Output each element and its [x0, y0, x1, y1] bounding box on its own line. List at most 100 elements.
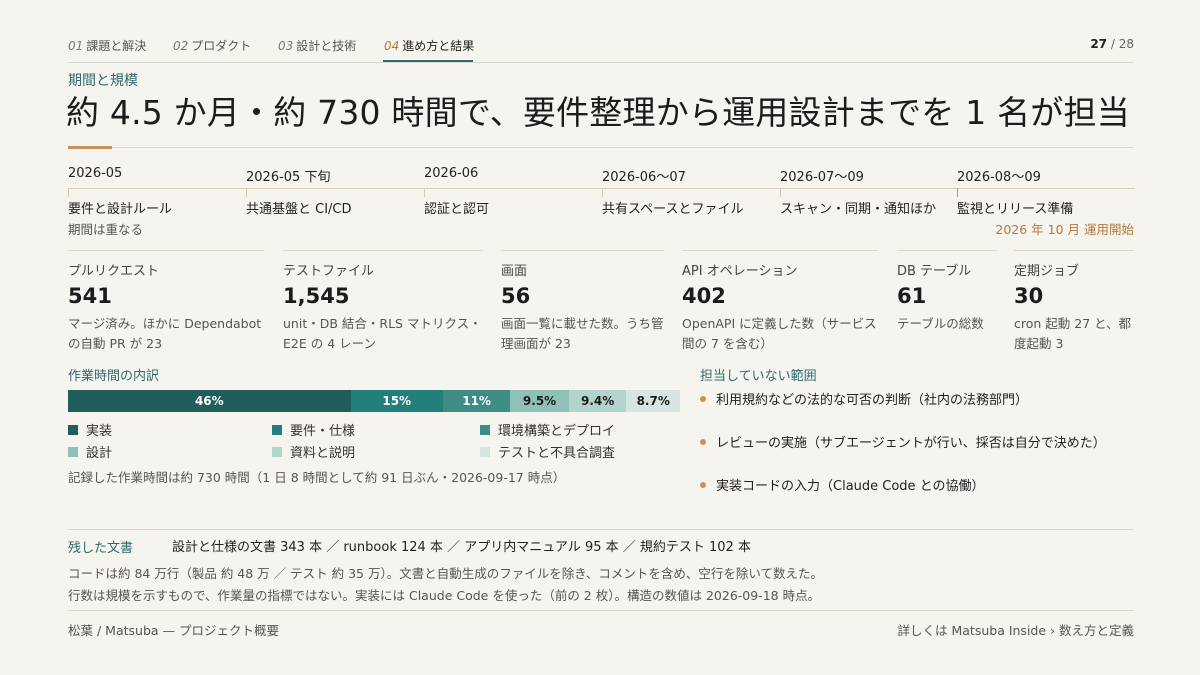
docs-divider: [68, 529, 1134, 530]
nav-divider: [68, 62, 1134, 63]
page-current: 27: [1090, 37, 1108, 51]
phase-date: 2026-05 下旬: [246, 170, 331, 185]
phase-tick: [602, 188, 603, 197]
page-counter: 27 / 28: [1090, 37, 1134, 51]
phase-label: 監視とリリース準備: [957, 202, 1074, 217]
tab-number: 01: [68, 39, 84, 53]
title-accent-bar: [68, 146, 112, 149]
segment-testing: 8.7%: [626, 390, 680, 412]
launch-note: 2026 年 10 月 運用開始: [995, 222, 1134, 237]
page-separator: /: [1110, 37, 1115, 51]
phase-line: [780, 188, 958, 197]
scope-item: 実装コードの入力（Claude Code との協働）: [700, 475, 985, 494]
phase-date: 2026-08〜09: [957, 170, 1041, 185]
breakdown-heading: 作業時間の内訳: [68, 369, 160, 384]
metric-label: DB テーブル: [897, 264, 972, 279]
legend-label: 要件・仕様: [290, 424, 356, 439]
metric-db-tables: DB テーブル 61 テーブルの総数: [897, 250, 997, 334]
phase-label: スキャン・同期・通知ほか: [780, 202, 937, 217]
metric-description: マージ済み。ほかに Dependabot の自動 PR が 23: [68, 316, 262, 351]
metric-value: 1,545: [283, 284, 350, 308]
phase-tick: [780, 188, 781, 197]
phase-label: 認証と認可: [424, 202, 490, 217]
work-breakdown-bar: 46% 15% 11% 9.5% 9.4% 8.7%: [68, 390, 680, 412]
phase-line: [246, 188, 424, 197]
scope-item: レビューの実施（サブエージェントが行い、採否は自分で決めた）: [700, 432, 1106, 451]
tab-label: 進め方と結果: [402, 39, 475, 53]
scope-item-text: 実装コードの入力（Claude Code との協働）: [716, 479, 985, 494]
breakdown-note: 記録した作業時間は約 730 時間（1 日 8 時間として約 91 日ぶん・20…: [68, 470, 566, 485]
legend-item: 環境構築とデプロイ: [480, 420, 615, 439]
metric-label: 画面: [501, 264, 528, 279]
code-size-note: コードは約 84 万行（製品 約 48 万 ／ テスト 約 35 万）。文書と自…: [68, 566, 823, 581]
segment-design: 9.5%: [510, 390, 569, 412]
legend-item: 要件・仕様: [272, 420, 355, 439]
legend-swatch: [480, 446, 490, 457]
page-title: 約 4.5 か月・約 730 時間で、要件整理から運用設計までを 1 名が担当: [66, 93, 1130, 132]
legend-item: 設計: [68, 442, 112, 461]
tab-01[interactable]: 01 課題と解決: [68, 37, 146, 54]
legend-label: テストと不具合調査: [498, 446, 616, 461]
details-link[interactable]: 詳しくは Matsuba Inside › 数え方と定義: [898, 620, 1135, 639]
code-size-caveat: 行数は規模を示すもので、作業量の指標ではない。実装には Claude Code …: [68, 588, 821, 603]
phase-tick: [246, 188, 247, 197]
timeline-phase: 2026-07〜09 スキャン・同期・通知ほか: [780, 166, 958, 217]
tab-label: 課題と解決: [86, 39, 147, 53]
tab-04[interactable]: 04 進め方と結果: [384, 37, 474, 54]
legend-swatch: [68, 424, 78, 435]
legend-item: 資料と説明: [272, 442, 355, 461]
phase-line: [957, 188, 1135, 197]
phase-date: 2026-05: [68, 166, 123, 181]
scope-item-text: レビューの実施（サブエージェントが行い、採否は自分で決めた）: [716, 436, 1106, 451]
phase-date: 2026-06: [424, 166, 479, 181]
phase-line: [424, 188, 602, 197]
timeline-phase: 2026-06〜07 共有スペースとファイル: [602, 166, 780, 217]
docs-heading: 残した文書: [68, 541, 134, 556]
metric-screens: 画面 56 画面一覧に載せた数。うち管理画面が 23: [501, 250, 664, 354]
phase-tick: [957, 188, 958, 197]
docs-list: 設計と仕様の文書 343 本 ／ runbook 124 本 ／ アプリ内マニュ…: [172, 540, 751, 555]
phase-date: 2026-06〜07: [602, 170, 686, 185]
legend-swatch: [480, 424, 490, 435]
legend-swatch: [272, 424, 282, 435]
metric-value: 56: [501, 284, 531, 308]
phase-tick: [68, 188, 69, 197]
metric-description: OpenAPI に定義した数（サービス間の 7 を含む）: [682, 316, 877, 351]
metric-description: cron 起動 27 と、都度起動 3: [1014, 316, 1132, 351]
tab-number: 04: [384, 39, 400, 53]
scope-item: 利用規約などの法的な可否の判断（社内の法務部門）: [700, 389, 1028, 408]
bullet-icon: [700, 395, 706, 402]
legend-swatch: [272, 446, 282, 457]
timeline-phase: 2026-05 要件と設計ルール: [68, 166, 246, 217]
phase-date: 2026-07〜09: [780, 170, 864, 185]
metric-description: unit・DB 結合・RLS マトリクス・E2E の 4 レーン: [283, 316, 482, 351]
phase-line: [68, 188, 246, 197]
phase-line: [602, 188, 780, 197]
tab-03[interactable]: 03 設計と技術: [278, 37, 356, 54]
segment-implementation: 46%: [68, 390, 351, 412]
segment-requirements: 15%: [350, 390, 443, 412]
scope-heading: 担当していない範囲: [700, 369, 817, 384]
metric-description: テーブルの総数: [897, 316, 984, 331]
legend-label: 環境構築とデプロイ: [498, 424, 616, 439]
metric-description: 画面一覧に載せた数。うち管理画面が 23: [501, 316, 664, 351]
tab-number: 03: [278, 39, 294, 53]
legend-label: 実装: [86, 424, 113, 439]
tab-label: 設計と技術: [296, 39, 357, 53]
metric-scheduled-jobs: 定期ジョブ 30 cron 起動 27 と、都度起動 3: [1014, 250, 1134, 354]
timeline-phase: 2026-06 認証と認可: [424, 166, 602, 217]
timeline-note: 期間は重なる: [68, 222, 144, 237]
metric-value: 61: [897, 284, 927, 308]
timeline-phase: 2026-08〜09 監視とリリース準備: [957, 166, 1135, 217]
phase-tick: [424, 188, 425, 197]
bullet-icon: [700, 481, 706, 488]
tab-label: プロダクト: [191, 39, 252, 53]
metric-value: 541: [68, 284, 112, 308]
tab-02[interactable]: 02 プロダクト: [173, 37, 251, 54]
legend-swatch: [68, 446, 78, 457]
metric-value: 402: [682, 284, 726, 308]
metric-label: プルリクエスト: [68, 264, 160, 279]
phase-label: 共通基盤と CI/CD: [246, 202, 352, 217]
tab-number: 02: [173, 39, 189, 53]
metric-value: 30: [1014, 284, 1044, 308]
